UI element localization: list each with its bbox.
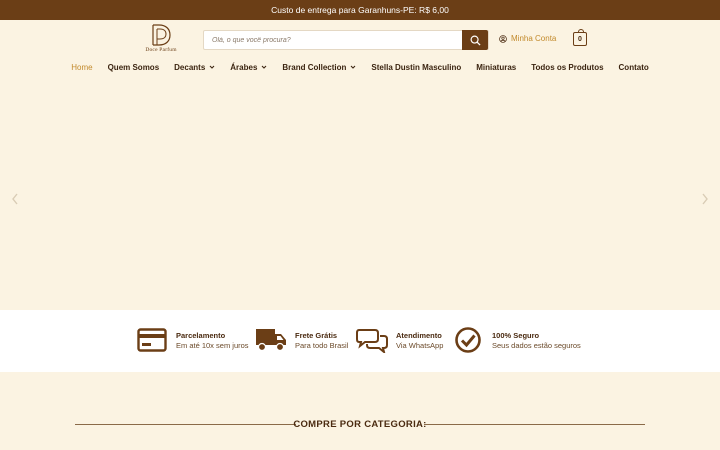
search-bar	[203, 30, 489, 50]
search-button[interactable]	[462, 30, 488, 50]
features-strip: Parcelamento Em até 10x sem juros Frete …	[0, 310, 720, 372]
feature-title: Parcelamento	[176, 330, 226, 340]
search-input[interactable]	[204, 31, 462, 49]
feature-title: Frete Grátis	[295, 330, 338, 340]
feature-frete-gratis: Frete Grátis Para todo Brasil	[255, 326, 348, 354]
main-nav: Home Quem Somos Decants Árabes Brand Col…	[0, 60, 720, 74]
nav-item-miniaturas[interactable]: Miniaturas	[469, 60, 524, 74]
divider	[424, 424, 645, 425]
feature-title: 100% Seguro	[492, 330, 540, 340]
feature-seguro: 100% Seguro Seus dados estão seguros	[452, 326, 581, 354]
feature-atendimento: Atendimento Via WhatsApp	[356, 326, 443, 354]
cart-count: 0	[578, 35, 582, 43]
nav-item-todos-os-produtos[interactable]: Todos os Produtos	[524, 60, 611, 74]
search-icon	[470, 35, 481, 46]
logo[interactable]: Doce Parfum	[138, 24, 184, 56]
nav-item-stella-dustin-masculino[interactable]: Stella Dustin Masculino	[364, 60, 469, 74]
account-link[interactable]: Minha Conta	[499, 34, 556, 43]
nav-item-contato[interactable]: Contato	[611, 60, 656, 74]
user-icon	[499, 34, 507, 43]
credit-card-icon	[136, 326, 168, 354]
nav-item-decants[interactable]: Decants	[167, 60, 223, 74]
account-label: Minha Conta	[511, 34, 557, 43]
chevron-down-icon	[351, 65, 356, 69]
nav-label: Stella Dustin Masculino	[371, 62, 462, 72]
category-section: COMPRE POR CATEGORIA:	[0, 372, 720, 450]
slider-prev-button[interactable]	[10, 192, 20, 206]
site-header: Doce Parfum Minha Conta 0 Home Quem Somo…	[0, 20, 720, 76]
shipping-banner: Custo de entrega para Garanhuns-PE: R$ 6…	[0, 0, 720, 20]
feature-title: Atendimento	[396, 330, 442, 340]
nav-label: Brand Collection	[282, 62, 347, 72]
nav-label: Árabes	[230, 62, 258, 72]
chat-bubbles-icon	[356, 326, 388, 354]
chevron-down-icon	[262, 65, 267, 69]
nav-label: Todos os Produtos	[531, 62, 604, 72]
truck-icon	[255, 326, 287, 354]
nav-label: Decants	[174, 62, 206, 72]
feature-parcelamento: Parcelamento Em até 10x sem juros	[136, 326, 249, 354]
nav-label: Home	[71, 62, 93, 72]
nav-label: Contato	[618, 62, 649, 72]
chevron-down-icon	[209, 65, 215, 69]
nav-label: Quem Somos	[107, 62, 160, 72]
nav-item-quem-somos[interactable]: Quem Somos	[100, 60, 167, 74]
feature-subtitle: Via WhatsApp	[396, 340, 444, 350]
chevron-left-icon	[12, 193, 18, 205]
nav-item-home[interactable]: Home	[64, 60, 100, 74]
feature-subtitle: Seus dados estão seguros	[492, 340, 581, 350]
cart-button[interactable]: 0	[573, 29, 587, 46]
feature-subtitle: Em até 10x sem juros	[176, 340, 249, 350]
nav-item-brand-collection[interactable]: Brand Collection	[275, 60, 364, 74]
logo-text: Doce Parfum	[145, 47, 177, 53]
logo-mark-icon	[152, 24, 171, 46]
nav-item-arabes[interactable]: Árabes	[223, 60, 275, 74]
slider-next-button[interactable]	[700, 192, 710, 206]
shipping-banner-text: Custo de entrega para Garanhuns-PE: R$ 6…	[271, 5, 449, 15]
chevron-right-icon	[702, 193, 708, 205]
hero-slider[interactable]	[0, 76, 720, 310]
nav-label: Miniaturas	[476, 62, 517, 72]
check-circle-icon	[452, 326, 484, 354]
feature-subtitle: Para todo Brasil	[295, 340, 349, 350]
